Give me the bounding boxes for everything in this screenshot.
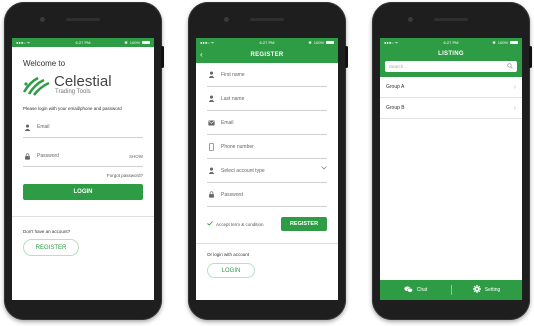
search-placeholder: Search...	[389, 64, 408, 69]
password-placeholder: Password	[37, 153, 59, 159]
side-button	[161, 46, 164, 68]
email-placeholder: Email	[37, 124, 50, 130]
chevron-left-icon[interactable]: ‹	[200, 50, 203, 59]
login-instruction: Please login with your email/phone and p…	[23, 106, 122, 111]
battery-percent: 100%	[497, 40, 508, 45]
gear-icon	[472, 285, 481, 295]
login-screen: ●●●○ ᯤ 6:27 PM ✱ 100% Welcome to Celesti…	[12, 38, 154, 300]
camera	[408, 17, 413, 22]
celestial-logo: Celestial Trading Tools	[22, 74, 154, 96]
speaker-grille	[434, 18, 468, 21]
register-screen: ●●●○ ᯤ 6:27 PM ✱ 100% ‹ REGISTER First n…	[196, 38, 338, 300]
listing-screen: ●●●○ ᯤ 6:27 PM ✱ 100% LISTING Search... …	[380, 38, 522, 300]
account-type-placeholder: Select account type	[221, 167, 265, 174]
login-button[interactable]: LOGIN	[207, 263, 255, 278]
list-item[interactable]: Group B ›	[380, 98, 522, 119]
register-header: ‹ REGISTER	[196, 47, 338, 63]
list-item-label: Group A	[386, 84, 405, 90]
last-name-placeholder: Last name	[221, 95, 245, 102]
chevron-down-icon	[321, 166, 327, 172]
chevron-right-icon: ›	[513, 104, 516, 112]
welcome-text: Welcome to	[23, 59, 66, 68]
list-item[interactable]: Group A ›	[380, 77, 522, 98]
signal-icon: ●●●○ ᯤ	[200, 39, 215, 45]
battery-icon	[142, 41, 150, 44]
battery-percent: 100%	[313, 40, 324, 45]
phone-listing: ●●●○ ᯤ 6:27 PM ✱ 100% LISTING Search... …	[372, 2, 532, 320]
check-icon	[207, 221, 213, 227]
password-field[interactable]: Password	[207, 183, 327, 207]
speaker-grille	[66, 18, 100, 21]
or-login-text: Or login with account	[207, 252, 250, 257]
last-name-field[interactable]: Last name	[207, 87, 327, 111]
user-icon	[23, 123, 31, 131]
user-icon	[207, 95, 215, 103]
email-field[interactable]: Email	[23, 117, 143, 138]
no-account-text: Don't have an account?	[23, 229, 71, 234]
password-placeholder: Password	[221, 191, 243, 198]
bluetooth-icon: ✱	[492, 40, 496, 45]
bluetooth-icon: ✱	[308, 40, 312, 45]
search-input[interactable]: Search...	[385, 61, 517, 72]
speaker-grille	[250, 18, 284, 21]
status-bar: ●●●○ ᯤ 6:27 PM ✱ 100%	[196, 38, 338, 47]
tab-chat-label: Chat	[416, 287, 428, 293]
battery-icon	[510, 41, 518, 44]
search-icon[interactable]	[507, 63, 513, 70]
logo-name: Celestial	[54, 73, 112, 90]
camera	[224, 17, 229, 22]
lock-icon	[207, 191, 215, 199]
user-icon	[207, 71, 215, 79]
forgot-password-link[interactable]: Forgot password?	[12, 173, 143, 178]
tab-chat[interactable]: Chat	[380, 280, 451, 300]
register-form: First name Last name Email Phone number	[196, 63, 338, 207]
divider	[12, 216, 154, 217]
phone-icon	[207, 142, 215, 151]
status-bar: ●●●○ ᯤ 6:27 PM ✱ 100%	[380, 38, 522, 47]
show-password-toggle[interactable]: SHOW	[129, 154, 143, 159]
first-name-field[interactable]: First name	[207, 63, 327, 87]
bottom-tab-bar: Chat Setting	[380, 280, 522, 300]
camera	[40, 17, 45, 22]
envelope-icon	[207, 119, 215, 127]
phone-placeholder: Phone number	[221, 143, 254, 150]
lock-icon	[23, 152, 31, 160]
tab-setting-label: Setting	[484, 287, 501, 293]
email-placeholder: Email	[221, 119, 234, 126]
password-field[interactable]: Password SHOW	[23, 146, 143, 167]
listing-title: LISTING	[438, 50, 464, 57]
accept-terms-label: Accept term & condition	[216, 221, 264, 227]
chat-icon	[404, 286, 413, 295]
tab-setting[interactable]: Setting	[451, 280, 522, 300]
battery-icon	[326, 41, 334, 44]
battery-percent: 100%	[129, 40, 140, 45]
first-name-placeholder: First name	[221, 71, 245, 78]
list-item-label: Group B	[386, 105, 405, 111]
login-button[interactable]: LOGIN	[23, 184, 143, 200]
bluetooth-icon: ✱	[124, 40, 128, 45]
side-button	[345, 46, 348, 68]
chevron-right-icon: ›	[513, 83, 516, 91]
signal-icon: ●●●○ ᯤ	[16, 39, 31, 45]
accept-terms-checkbox[interactable]: Accept term & condition	[207, 221, 264, 227]
account-type-select[interactable]: Select account type	[207, 159, 327, 183]
divider	[196, 243, 338, 244]
phone-login: ●●●○ ᯤ 6:27 PM ✱ 100% Welcome to Celesti…	[4, 2, 164, 320]
register-submit-button[interactable]: REGISTER	[281, 217, 327, 231]
celestial-logo-icon	[22, 76, 50, 96]
signal-icon: ●●●○ ᯤ	[384, 39, 399, 45]
user-icon	[207, 167, 215, 175]
status-bar: ●●●○ ᯤ 6:27 PM ✱ 100%	[12, 38, 154, 47]
listing-header: LISTING	[380, 47, 522, 60]
register-title: REGISTER	[250, 52, 284, 58]
email-field[interactable]: Email	[207, 111, 327, 135]
side-button	[529, 46, 532, 68]
register-button[interactable]: REGISTER	[23, 239, 79, 256]
phone-field[interactable]: Phone number	[207, 135, 327, 159]
phone-register: ●●●○ ᯤ 6:27 PM ✱ 100% ‹ REGISTER First n…	[188, 2, 348, 320]
